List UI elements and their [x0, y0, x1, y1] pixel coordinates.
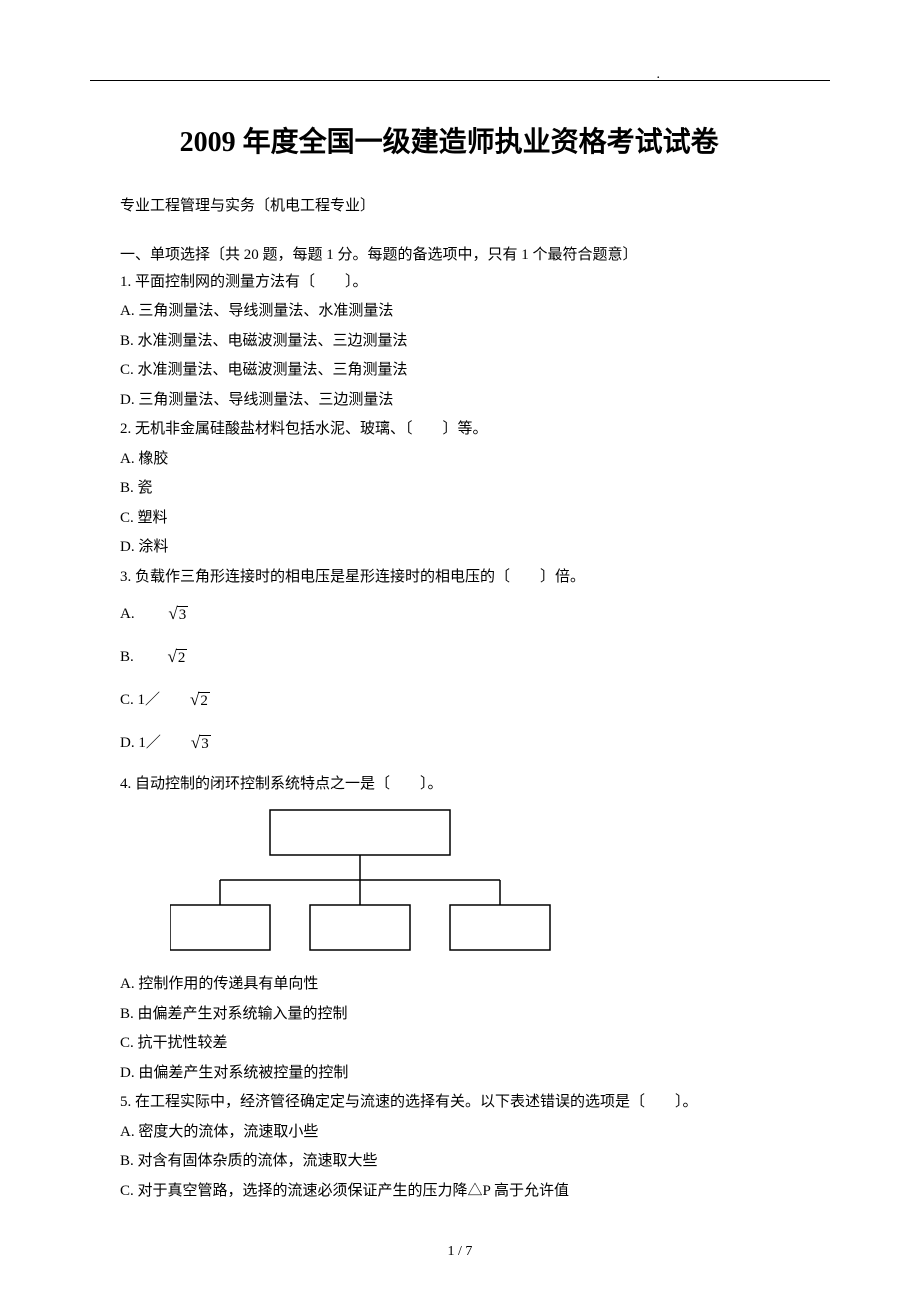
- q2-stem: 2. 无机非金属硅酸盐材料包括水泥、玻璃、〔 〕等。: [90, 417, 830, 443]
- q3-a-prefix: A.: [120, 606, 138, 622]
- exam-page: 2009 年度全国一级建造师执业资格考试试卷 专业工程管理与实务〔机电工程专业〕…: [0, 0, 920, 1300]
- q2-option-a: A. 橡胶: [90, 447, 830, 473]
- q1-stem: 1. 平面控制网的测量方法有〔 〕。: [90, 270, 830, 296]
- q4-diagram: [170, 805, 830, 960]
- q3-d-prefix: D. 1／: [120, 735, 161, 751]
- header-rule: [90, 80, 830, 81]
- q4-stem: 4. 自动控制的闭环控制系统特点之一是〔 〕。: [90, 772, 830, 798]
- q1-option-a: A. 三角测量法、导线测量法、水准测量法: [90, 299, 830, 325]
- org-chart-icon: [170, 805, 570, 955]
- q1-option-b: B. 水准测量法、电磁波测量法、三边测量法: [90, 329, 830, 355]
- q1-option-d: D. 三角测量法、导线测量法、三边测量法: [90, 388, 830, 414]
- q2-option-b: B. 瓷: [90, 476, 830, 502]
- q5-stem: 5. 在工程实际中，经济管径确定定与流速的选择有关。以下表述错误的选项是〔 〕。: [90, 1090, 830, 1116]
- q3-option-c: C. 1／√2: [90, 686, 830, 715]
- q3-option-a: A. √3: [90, 600, 830, 629]
- section-1-heading: 一、单项选择〔共 20 题，每题 1 分。每题的备选项中，只有 1 个最符合题意…: [90, 243, 830, 264]
- q4-option-d: D. 由偏差产生对系统被控量的控制: [90, 1061, 830, 1087]
- q1-option-c: C. 水准测量法、电磁波测量法、三角测量法: [90, 358, 830, 384]
- sqrt-icon: √2: [138, 643, 188, 672]
- sqrt-icon: √3: [138, 600, 188, 629]
- q5-option-a: A. 密度大的流体，流速取小些: [90, 1120, 830, 1146]
- sqrt-icon: √3: [161, 729, 211, 758]
- q3-option-b: B. √2: [90, 643, 830, 672]
- q2-option-c: C. 塑料: [90, 506, 830, 532]
- q2-option-d: D. 涂料: [90, 535, 830, 561]
- exam-title: 2009 年度全国一级建造师执业资格考试试卷: [90, 121, 830, 166]
- q5-option-c: C. 对于真空管路，选择的流速必须保证产生的压力降△P 高于允许值: [90, 1179, 830, 1205]
- q3-c-prefix: C. 1／: [120, 692, 160, 708]
- sqrt-icon: √2: [160, 686, 210, 715]
- page-footer: 1 / 7: [90, 1244, 830, 1260]
- q3-stem: 3. 负载作三角形连接时的相电压是星形连接时的相电压的〔 〕倍。: [90, 565, 830, 591]
- q5-option-b: B. 对含有固体杂质的流体，流速取大些: [90, 1149, 830, 1175]
- exam-subtitle: 专业工程管理与实务〔机电工程专业〕: [90, 194, 830, 215]
- q4-option-a: A. 控制作用的传递具有单向性: [90, 972, 830, 998]
- q3-option-d: D. 1／√3: [90, 729, 830, 758]
- q4-option-b: B. 由偏差产生对系统输入量的控制: [90, 1002, 830, 1028]
- q4-option-c: C. 抗干扰性较差: [90, 1031, 830, 1057]
- q3-b-prefix: B.: [120, 649, 138, 665]
